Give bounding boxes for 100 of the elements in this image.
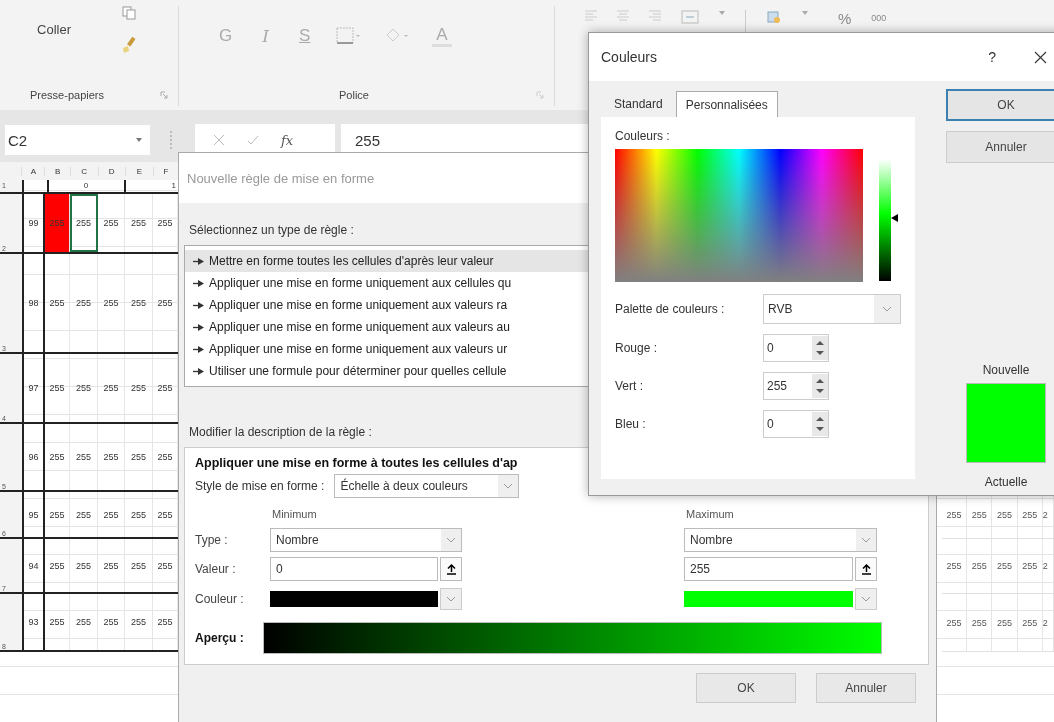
caret-icon[interactable] bbox=[719, 10, 725, 16]
table-cell: 255 bbox=[45, 354, 70, 422]
group-label: Police bbox=[339, 89, 369, 101]
spin-arrows-icon[interactable] bbox=[812, 336, 828, 360]
style-dropdown[interactable]: Échelle à deux couleurs bbox=[334, 474, 520, 498]
table-cell: 255 bbox=[992, 594, 1018, 651]
dialog-title: Couleurs bbox=[601, 49, 659, 65]
table-cell: 97 bbox=[22, 354, 45, 422]
column-header[interactable]: C bbox=[69, 166, 98, 176]
type-dropdown[interactable]: Nombre bbox=[684, 528, 877, 552]
field-label: Palette de couleurs : bbox=[615, 302, 726, 316]
swatch-label: Actuelle bbox=[984, 475, 1028, 489]
cancel-button[interactable]: Annuler bbox=[946, 131, 1054, 163]
close-icon[interactable] bbox=[1034, 50, 1047, 64]
color-dropdown[interactable] bbox=[684, 591, 853, 607]
collapse-button[interactable] bbox=[440, 557, 462, 581]
field-label: Aperçu : bbox=[195, 631, 245, 645]
table-cell: 255 bbox=[125, 594, 153, 650]
table-cell: 255 bbox=[98, 194, 125, 252]
field-label: Type : bbox=[195, 533, 229, 547]
table-cell: 255 bbox=[70, 492, 98, 537]
table-cell: 255 bbox=[125, 194, 153, 252]
table-cell: 96 bbox=[22, 424, 45, 490]
table-cell: 255 bbox=[70, 594, 98, 650]
launcher-icon[interactable] bbox=[160, 91, 168, 99]
value-field[interactable]: 255 bbox=[684, 557, 853, 581]
table-cell: 255 bbox=[70, 539, 98, 592]
ok-button[interactable]: OK bbox=[946, 89, 1054, 121]
function-button[interactable]: fx bbox=[281, 132, 294, 148]
paste-button[interactable]: Coller bbox=[18, 12, 90, 46]
field-label: Bleu : bbox=[615, 417, 647, 431]
palette-dropdown[interactable]: RVB bbox=[763, 294, 901, 324]
field-label: Vert : bbox=[615, 379, 644, 393]
copy-icon[interactable] bbox=[122, 6, 136, 20]
collapse-button[interactable] bbox=[855, 557, 877, 581]
caret-icon bbox=[883, 306, 891, 312]
field-label: Valeur : bbox=[195, 562, 237, 576]
up-arrow-icon bbox=[446, 563, 456, 575]
caret-icon bbox=[504, 483, 513, 489]
table-cell: 98 bbox=[22, 254, 45, 352]
table-cell: 93 bbox=[22, 594, 45, 650]
section-heading: Modifier la description de la règle : bbox=[189, 425, 373, 439]
group-label: Presse-papiers bbox=[30, 89, 104, 101]
table-cell: 255 bbox=[992, 539, 1018, 593]
column-header[interactable]: E bbox=[124, 166, 153, 176]
caret-icon[interactable] bbox=[802, 10, 808, 16]
table-cell: 255 bbox=[125, 539, 153, 592]
caret-icon bbox=[862, 537, 870, 543]
arrow-icon bbox=[193, 301, 204, 309]
table-cell: 255 bbox=[45, 492, 70, 537]
tab[interactable]: Standard bbox=[605, 91, 672, 117]
field-label: Couleur : bbox=[195, 592, 245, 606]
brush-icon[interactable] bbox=[120, 36, 138, 54]
color-spectrum[interactable] bbox=[615, 149, 863, 282]
up-arrow-icon bbox=[861, 563, 871, 575]
ok-button[interactable]: OK bbox=[696, 673, 796, 703]
table-cell: 255 bbox=[70, 354, 98, 422]
luminance-bar[interactable] bbox=[879, 159, 891, 281]
caret-icon[interactable] bbox=[447, 596, 455, 602]
caret-icon[interactable] bbox=[862, 596, 870, 602]
check-icon[interactable] bbox=[247, 134, 259, 146]
table-cell: 94 bbox=[22, 539, 45, 592]
panel-heading: Appliquer une mise en forme à toutes les cellules d'ap bbox=[195, 456, 519, 470]
table-cell: 255 bbox=[942, 594, 968, 651]
table-cell: 255 bbox=[45, 594, 70, 650]
table-cell: 255 bbox=[125, 354, 153, 422]
type-dropdown[interactable]: Nombre bbox=[270, 528, 462, 552]
table-cell: 255 bbox=[98, 254, 125, 352]
cancel-button[interactable]: Annuler bbox=[816, 673, 916, 703]
field-label: Style de mise en forme : bbox=[195, 479, 325, 493]
arrow-icon bbox=[193, 279, 204, 287]
arrow-icon bbox=[193, 367, 204, 375]
spin-arrows-icon[interactable] bbox=[812, 412, 828, 436]
table-cell: 2 bbox=[1042, 594, 1054, 651]
column-header[interactable]: D bbox=[97, 166, 125, 176]
column-heading: Maximum bbox=[685, 508, 735, 522]
merge-icon[interactable] bbox=[681, 10, 699, 24]
currency-icon[interactable] bbox=[766, 10, 782, 24]
arrow-icon bbox=[193, 345, 204, 353]
name-box[interactable]: C2 bbox=[5, 125, 150, 155]
table-cell: 255 bbox=[125, 254, 153, 352]
cancel-icon[interactable] bbox=[213, 134, 225, 146]
column-header[interactable]: B bbox=[44, 166, 70, 176]
section-heading: Sélectionnez un type de règle : bbox=[189, 223, 355, 237]
tab[interactable]: Personnalisées bbox=[675, 91, 778, 117]
column-header[interactable]: A bbox=[21, 166, 45, 176]
borders-icon[interactable] bbox=[336, 27, 363, 45]
spin-arrows-icon[interactable] bbox=[812, 374, 828, 398]
launcher-icon[interactable] bbox=[536, 91, 544, 99]
value-field[interactable]: 0 bbox=[270, 557, 438, 581]
table-cell: 255 bbox=[1017, 539, 1043, 593]
column-heading: Minimum bbox=[271, 508, 318, 522]
swatch-label: Nouvelle bbox=[982, 363, 1030, 377]
table-cell: 255 bbox=[98, 594, 125, 650]
arrow-icon bbox=[193, 257, 204, 265]
table-cell: 0 bbox=[46, 180, 126, 192]
help-button[interactable]: ? bbox=[988, 49, 996, 65]
caret-icon bbox=[447, 537, 455, 543]
table-cell: 255 bbox=[98, 492, 125, 537]
color-dropdown[interactable] bbox=[270, 591, 438, 607]
